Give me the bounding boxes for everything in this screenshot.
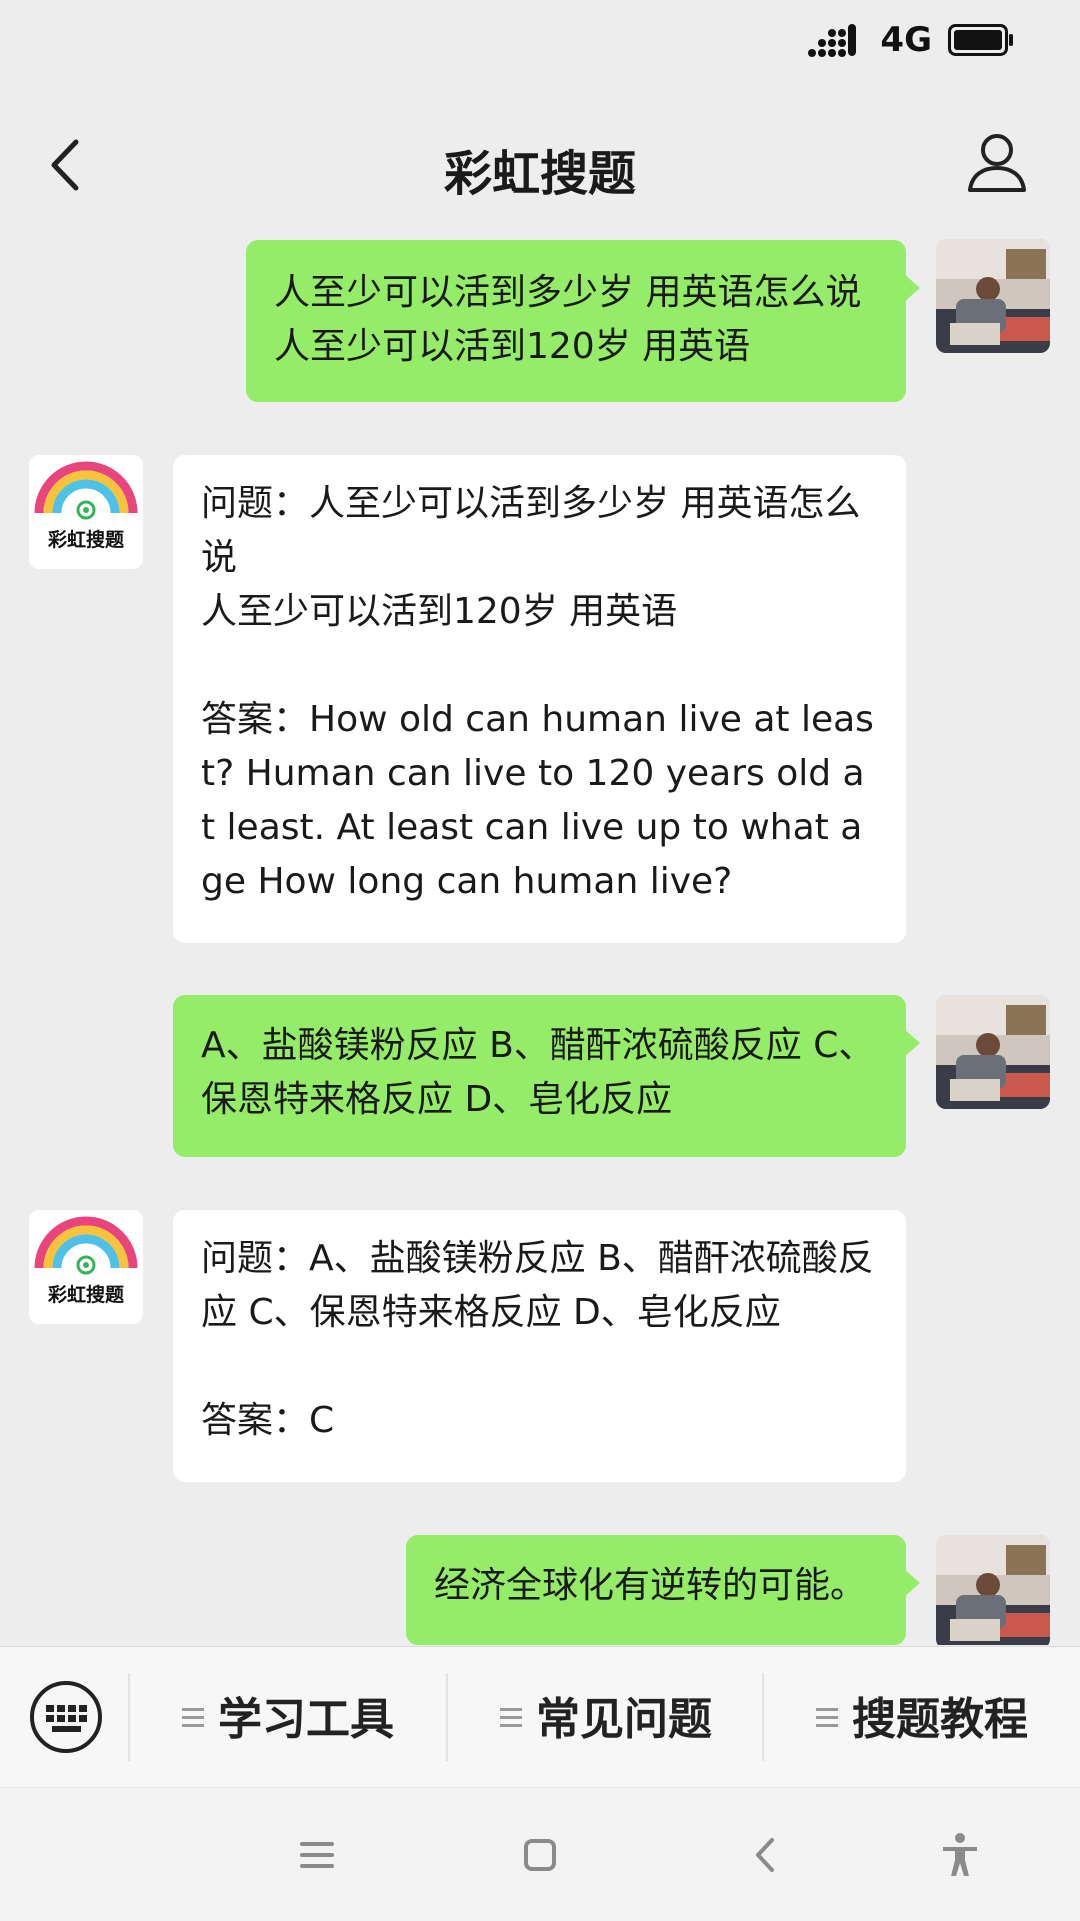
user-message-bubble[interactable]: 人至少可以活到多少岁 用英语怎么说 人至少可以活到120岁 用英语 bbox=[246, 240, 920, 402]
message-user: 人至少可以活到多少岁 用英语怎么说 人至少可以活到120岁 用英语 bbox=[0, 235, 1080, 405]
system-nav-bar bbox=[0, 1787, 1080, 1921]
accessibility-icon[interactable] bbox=[935, 1830, 985, 1880]
page-title: 彩虹搜题 bbox=[443, 146, 636, 202]
title-bar: 彩虹搜题 bbox=[0, 110, 1080, 220]
bot-avatar[interactable]: 彩虹搜题 bbox=[29, 455, 143, 569]
battery-icon bbox=[948, 24, 1013, 56]
menu-divider bbox=[446, 1673, 448, 1761]
message-user: A、盐酸镁粉反应 B、醋酐浓硫酸反应 C、保恩特来格反应 D、皂化反应 bbox=[0, 995, 1080, 1165]
menu-bar: 学习工具 常见问题 搜题教程 bbox=[0, 1646, 1080, 1787]
bot-logo-label: 彩虹搜题 bbox=[47, 1284, 124, 1306]
network-type-label: 4G bbox=[880, 20, 932, 60]
user-message-bubble[interactable]: 经济全球化有逆转的可能。 bbox=[406, 1535, 920, 1645]
menu-lines-icon bbox=[182, 1708, 204, 1728]
user-avatar[interactable] bbox=[936, 239, 1050, 353]
keyboard-icon[interactable] bbox=[28, 1679, 104, 1755]
message-bot: 彩虹搜题 问题：A、盐酸镁粉反应 B、醋酐浓硫酸反应 C、保恩特来格反应 D、皂… bbox=[0, 1210, 1080, 1490]
menu-lines-icon bbox=[500, 1708, 522, 1728]
bot-avatar[interactable]: 彩虹搜题 bbox=[29, 1210, 143, 1324]
menu-item-label: 常见问题 bbox=[536, 1694, 712, 1745]
bot-message-bubble[interactable]: 问题：A、盐酸镁粉反应 B、醋酐浓硫酸反应 C、保恩特来格反应 D、皂化反应 答… bbox=[173, 1210, 906, 1482]
menu-lines-icon bbox=[816, 1708, 838, 1728]
person-icon[interactable] bbox=[962, 128, 1032, 198]
user-avatar-photo bbox=[936, 995, 1050, 1109]
signal-icon bbox=[808, 24, 856, 57]
menu-item-label: 学习工具 bbox=[218, 1694, 394, 1745]
user-avatar[interactable] bbox=[936, 1535, 1050, 1645]
user-avatar-photo bbox=[936, 239, 1050, 353]
menu-item-tutorial[interactable]: 搜题教程 bbox=[816, 1683, 1028, 1753]
bot-logo-label: 彩虹搜题 bbox=[47, 529, 124, 551]
chat-area[interactable]: 人至少可以活到多少岁 用英语怎么说 人至少可以活到120岁 用英语 彩虹搜题 问… bbox=[0, 235, 1080, 1645]
message-bot: 彩虹搜题 问题：人至少可以活到多少岁 用英语怎么说 人至少可以活到120岁 用英… bbox=[0, 455, 1080, 955]
back-arrow-icon[interactable] bbox=[742, 1830, 792, 1880]
menu-divider bbox=[762, 1673, 764, 1761]
menu-item-faq[interactable]: 常见问题 bbox=[500, 1683, 712, 1753]
menu-icon[interactable] bbox=[292, 1830, 342, 1880]
status-bar: 4G bbox=[0, 0, 1080, 82]
menu-divider bbox=[128, 1673, 130, 1761]
user-message-bubble[interactable]: A、盐酸镁粉反应 B、醋酐浓硫酸反应 C、保恩特来格反应 D、皂化反应 bbox=[173, 995, 920, 1157]
bot-message-bubble[interactable]: 问题：人至少可以活到多少岁 用英语怎么说 人至少可以活到120岁 用英语 答案：… bbox=[173, 455, 906, 943]
message-user: 经济全球化有逆转的可能。 bbox=[0, 1535, 1080, 1645]
user-avatar-photo bbox=[936, 1535, 1050, 1645]
user-avatar[interactable] bbox=[936, 995, 1050, 1109]
menu-item-study-tools[interactable]: 学习工具 bbox=[182, 1683, 394, 1753]
menu-item-label: 搜题教程 bbox=[852, 1694, 1028, 1745]
home-square-icon[interactable] bbox=[515, 1830, 565, 1880]
